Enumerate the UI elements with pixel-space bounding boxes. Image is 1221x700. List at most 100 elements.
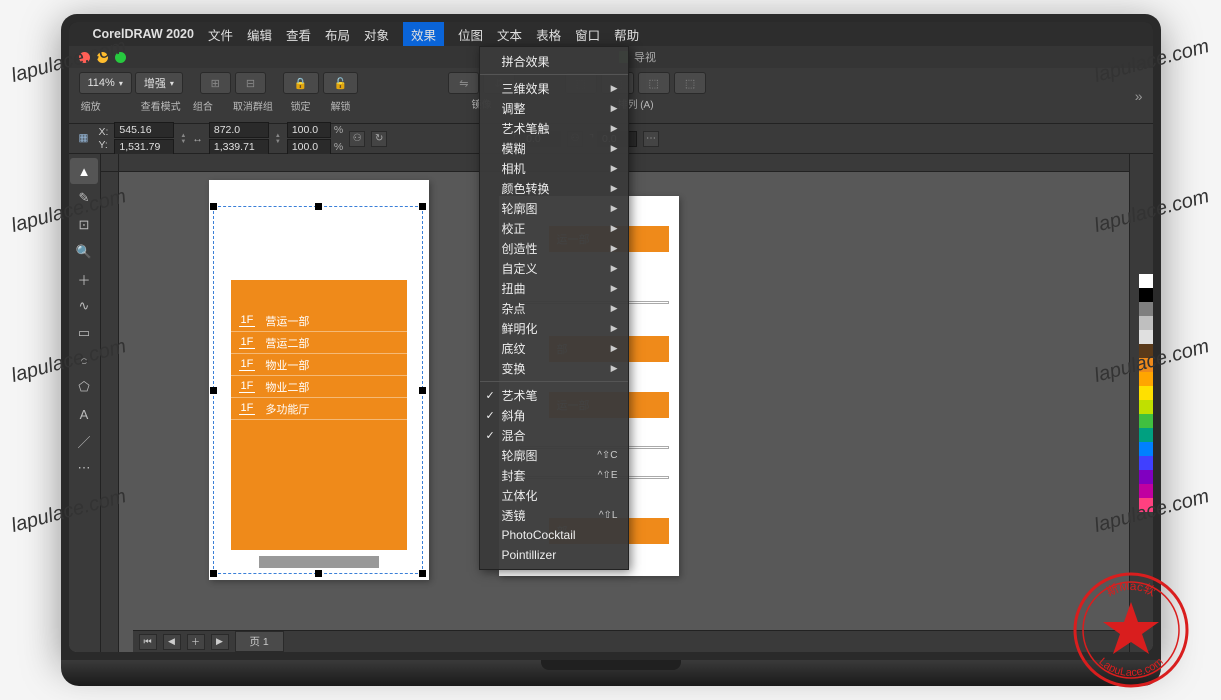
menu-effects[interactable]: 效果 — [403, 22, 444, 47]
shape-tool[interactable]: ✎ — [70, 185, 98, 211]
toolbox: ▲ ✎ ⊡ 🔍 ＋ ∿ ▭ ○ ⬠ A ／ ⋯ — [69, 154, 101, 652]
swatch[interactable] — [1139, 358, 1153, 372]
menu-item[interactable]: Pointillizer — [480, 545, 628, 565]
menu-table[interactable]: 表格 — [536, 25, 561, 44]
arrange-3[interactable]: ⬚ — [638, 72, 670, 94]
swatch[interactable] — [1139, 428, 1153, 442]
x-field[interactable] — [114, 122, 174, 138]
menu-item[interactable]: 斜角 — [480, 405, 628, 425]
ruler-corner — [101, 154, 119, 172]
menu-item[interactable]: PhotoCocktail — [480, 525, 628, 545]
swatch[interactable] — [1139, 386, 1153, 400]
menu-item[interactable]: 自定义▶ — [480, 258, 628, 278]
menu-item[interactable]: 轮廓图▶ — [480, 198, 628, 218]
menu-item[interactable]: 扭曲▶ — [480, 278, 628, 298]
pick-tool[interactable]: ▲ — [70, 158, 98, 184]
swatch[interactable] — [1139, 302, 1153, 316]
page-first[interactable]: ⏮ — [139, 634, 157, 650]
menu-item[interactable]: 艺术笔触▶ — [480, 118, 628, 138]
freehand-tool[interactable]: ＋ — [70, 266, 98, 292]
menu-item[interactable]: 底纹▶ — [480, 338, 628, 358]
swatch[interactable] — [1139, 456, 1153, 470]
menu-object[interactable]: 对象 — [364, 25, 389, 44]
menu-item[interactable]: 艺术笔 — [480, 385, 628, 405]
group-label: 组合 — [193, 98, 213, 113]
crop-tool[interactable]: ⊡ — [70, 212, 98, 238]
w-field[interactable] — [209, 122, 269, 138]
menu-bitmap[interactable]: 位图 — [458, 25, 483, 44]
page-tab[interactable]: 页 1 — [235, 631, 284, 652]
menu-item[interactable]: 封套^⇧E — [480, 465, 628, 485]
scaleh-field[interactable] — [287, 139, 331, 155]
swatch[interactable] — [1139, 288, 1153, 302]
swatch[interactable] — [1139, 442, 1153, 456]
curve-tool[interactable]: ∿ — [70, 293, 98, 319]
lock-ratio-icon[interactable]: ⚇ — [349, 131, 365, 147]
mirror-h-button[interactable]: ⇋ — [448, 72, 479, 94]
menu-file[interactable]: 文件 — [208, 25, 233, 44]
h-field[interactable] — [209, 139, 269, 155]
ungroup-button[interactable]: ⊟ — [235, 72, 266, 94]
menu-text[interactable]: 文本 — [497, 25, 522, 44]
toolbar-overflow-icon[interactable]: » — [1135, 88, 1143, 104]
swatch[interactable] — [1139, 400, 1153, 414]
menu-item[interactable]: 变换▶ — [480, 358, 628, 378]
menu-item[interactable]: 鲜明化▶ — [480, 318, 628, 338]
menu-item[interactable]: 轮廓图^⇧C — [480, 445, 628, 465]
swatch[interactable] — [1139, 414, 1153, 428]
zoom-dropdown[interactable]: 114%▾ — [79, 72, 132, 94]
text-tool[interactable]: A — [70, 401, 98, 427]
menu-help[interactable]: 帮助 — [614, 25, 639, 44]
more-tool[interactable]: ⋯ — [70, 455, 98, 481]
swatch[interactable] — [1139, 274, 1153, 288]
menu-item[interactable]: 拼合效果 — [480, 51, 628, 71]
page-add[interactable]: ＋ — [187, 634, 205, 650]
menu-item[interactable]: 混合 — [480, 425, 628, 445]
lock-button[interactable]: 🔒 — [283, 72, 319, 94]
arrange-4[interactable]: ⬚ — [674, 72, 706, 94]
viewmode-dropdown[interactable]: 增强▾ — [135, 72, 183, 94]
laptop-frame: CorelDRAW 2020 文件 编辑 查看 布局 对象 效果 位图 文本 表… — [61, 14, 1161, 686]
swatch[interactable] — [1139, 330, 1153, 344]
menu-item[interactable]: 模糊▶ — [480, 138, 628, 158]
app-name[interactable]: CorelDRAW 2020 — [93, 27, 194, 41]
prop-overflow[interactable]: ⋯ — [643, 131, 659, 147]
rectangle-tool[interactable]: ▭ — [70, 320, 98, 346]
menu-edit[interactable]: 编辑 — [247, 25, 272, 44]
minimize-button[interactable] — [97, 52, 108, 63]
menu-item[interactable]: 创造性▶ — [480, 238, 628, 258]
close-button[interactable] — [79, 52, 90, 63]
menu-item[interactable]: 杂点▶ — [480, 298, 628, 318]
menu-item[interactable]: 相机▶ — [480, 158, 628, 178]
polygon-tool[interactable]: ⬠ — [70, 374, 98, 400]
page-next[interactable]: ▶ — [211, 634, 229, 650]
zoom-button[interactable] — [115, 52, 126, 63]
menu-item[interactable]: 三维效果▶ — [480, 78, 628, 98]
menu-item[interactable]: 校正▶ — [480, 218, 628, 238]
dim-icon: ↔ — [192, 133, 203, 145]
scalew-field[interactable] — [287, 122, 331, 138]
swatch[interactable] — [1139, 498, 1153, 512]
swatch[interactable] — [1139, 470, 1153, 484]
menu-view[interactable]: 查看 — [286, 25, 311, 44]
page-prev[interactable]: ◀ — [163, 634, 181, 650]
zoom-tool[interactable]: 🔍 — [70, 239, 98, 265]
menu-layout[interactable]: 布局 — [325, 25, 350, 44]
line-tool[interactable]: ／ — [70, 428, 98, 454]
menu-item[interactable]: 立体化 — [480, 485, 628, 505]
swatch[interactable] — [1139, 484, 1153, 498]
menu-item[interactable]: 透镜^⇧L — [480, 505, 628, 525]
menu-item[interactable]: 调整▶ — [480, 98, 628, 118]
ellipse-tool[interactable]: ○ — [70, 347, 98, 373]
swatch[interactable] — [1139, 344, 1153, 358]
unlock-button[interactable]: 🔓 — [323, 72, 359, 94]
vertical-ruler[interactable] — [101, 172, 119, 652]
selection-box — [213, 206, 423, 574]
menu-window[interactable]: 窗口 — [575, 25, 600, 44]
swatch[interactable] — [1139, 316, 1153, 330]
swatch[interactable] — [1139, 372, 1153, 386]
rotate-icon[interactable]: ↻ — [371, 131, 387, 147]
menu-item[interactable]: 颜色转换▶ — [480, 178, 628, 198]
y-field[interactable] — [114, 139, 174, 155]
group-button[interactable]: ⊞ — [200, 72, 231, 94]
